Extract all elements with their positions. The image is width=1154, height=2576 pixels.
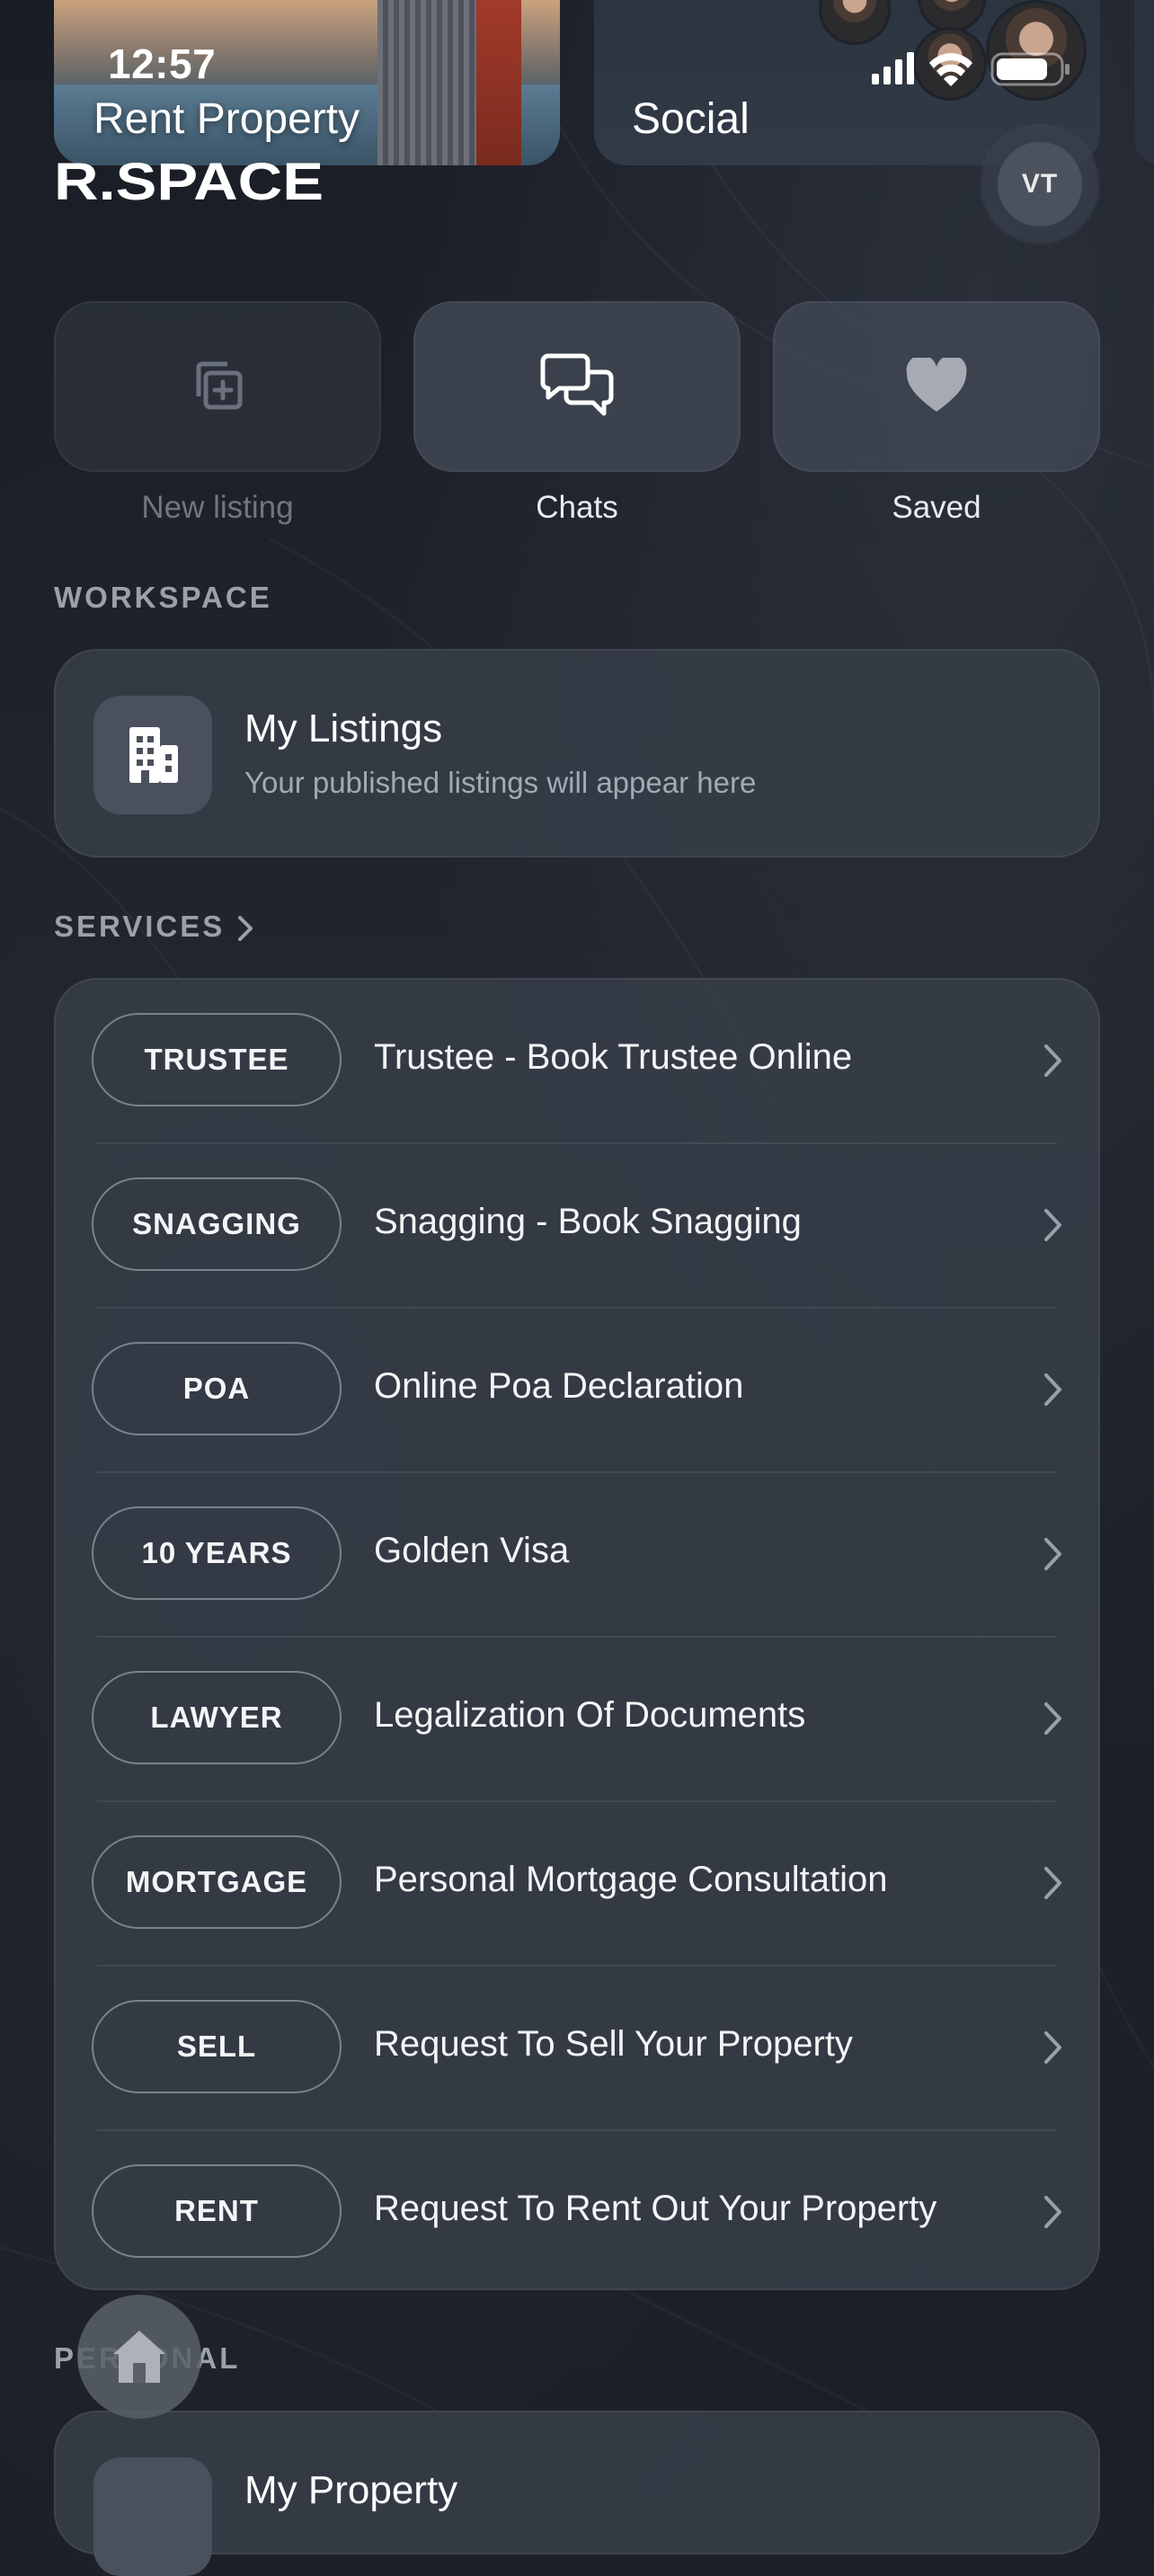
building-icon	[93, 696, 212, 814]
battery-icon	[990, 52, 1070, 86]
services-section-label: SERVICES	[54, 910, 226, 943]
my-listings-card[interactable]: My Listings Your published listings will…	[54, 649, 1100, 857]
service-row-sell[interactable]: SELL Request To Sell Your Property	[56, 1967, 1098, 2131]
chevron-right-icon	[238, 916, 253, 942]
service-row-trustee[interactable]: TRUSTEE Trustee - Book Trustee Online	[56, 980, 1098, 1144]
saved-label: Saved	[892, 490, 981, 525]
home-icon	[113, 2331, 165, 2383]
heart-icon	[906, 358, 967, 412]
my-listings-subtitle: Your published listings will appear here	[244, 766, 757, 799]
service-tag: SELL	[92, 2000, 342, 2093]
profile-initials: VT	[998, 142, 1082, 227]
service-label: Snagging - Book Snagging	[374, 1202, 802, 1241]
my-property-title: My Property	[244, 2468, 458, 2512]
service-row-lawyer[interactable]: LAWYER Legalization Of Documents	[56, 1638, 1098, 1802]
chevron-right-icon	[1044, 2196, 1061, 2228]
service-tag: 10 YEARS	[92, 1506, 342, 1600]
saved-action[interactable]: Saved	[773, 301, 1100, 526]
service-tag: LAWYER	[92, 1671, 342, 1764]
chevron-right-icon	[1044, 2031, 1061, 2064]
workspace-section-label: WORKSPACE	[54, 581, 272, 614]
chevron-right-icon	[1044, 1702, 1061, 1735]
chevron-right-icon	[1044, 1867, 1061, 1899]
chats-button[interactable]	[413, 301, 741, 472]
service-tag: RENT	[92, 2164, 342, 2258]
status-bar: 12:57	[0, 36, 1154, 99]
chats-label: Chats	[536, 490, 618, 525]
service-label: Trustee - Book Trustee Online	[374, 1037, 853, 1077]
service-tag: POA	[92, 1342, 342, 1435]
chevron-right-icon	[1044, 1044, 1061, 1077]
service-label: Golden Visa	[374, 1531, 570, 1570]
service-tag: TRUSTEE	[92, 1013, 342, 1106]
home-button[interactable]	[77, 2295, 201, 2419]
add-listing-icon	[196, 361, 243, 410]
chats-action[interactable]: Chats	[413, 301, 741, 526]
service-row-mortgage[interactable]: MORTGAGE Personal Mortgage Consultation	[56, 1802, 1098, 1967]
chevron-right-icon	[1044, 1538, 1061, 1570]
svg-text:R.SPACE: R.SPACE	[54, 162, 324, 203]
chevron-right-icon	[1044, 1373, 1061, 1406]
service-label: Request To Sell Your Property	[374, 2024, 853, 2064]
quick-actions: New listing Chats Saved	[54, 301, 1100, 535]
my-property-card[interactable]: My Property	[54, 2411, 1100, 2576]
service-label: Legalization Of Documents	[374, 1695, 806, 1735]
service-row-poa[interactable]: POA Online Poa Declaration	[56, 1309, 1098, 1473]
service-label: Personal Mortgage Consultation	[374, 1860, 888, 1899]
status-icons	[872, 52, 1070, 86]
services-section-link[interactable]: SERVICES	[54, 910, 253, 944]
service-tag: SNAGGING	[92, 1177, 342, 1271]
chat-bubbles-icon	[540, 353, 614, 416]
my-listings-title: My Listings	[244, 706, 443, 751]
rspace-logo: R.SPACE	[54, 162, 324, 203]
house-icon	[93, 2457, 212, 2576]
new-listing-label: New listing	[141, 490, 294, 525]
profile-button[interactable]: VT	[981, 126, 1098, 243]
service-label: Online Poa Declaration	[374, 1366, 744, 1406]
new-listing-action[interactable]: New listing	[54, 301, 381, 526]
cellular-signal-icon	[872, 52, 914, 84]
services-list: TRUSTEE Trustee - Book Trustee Online SN…	[54, 978, 1100, 2290]
social-title: Social	[632, 95, 750, 143]
status-time: 12:57	[108, 40, 217, 87]
service-label: Request To Rent Out Your Property	[374, 2189, 937, 2228]
service-row-snagging[interactable]: SNAGGING Snagging - Book Snagging	[56, 1144, 1098, 1309]
chevron-right-icon	[1044, 1209, 1061, 1241]
new-listing-button[interactable]	[54, 301, 381, 472]
service-tag: MORTGAGE	[92, 1835, 342, 1929]
service-row-golden-visa[interactable]: 10 YEARS Golden Visa	[56, 1473, 1098, 1638]
saved-button[interactable]	[773, 301, 1100, 472]
wifi-icon	[929, 53, 972, 86]
rent-property-title: Rent Property	[93, 95, 360, 143]
service-row-rent[interactable]: RENT Request To Rent Out Your Property	[56, 2131, 1098, 2296]
